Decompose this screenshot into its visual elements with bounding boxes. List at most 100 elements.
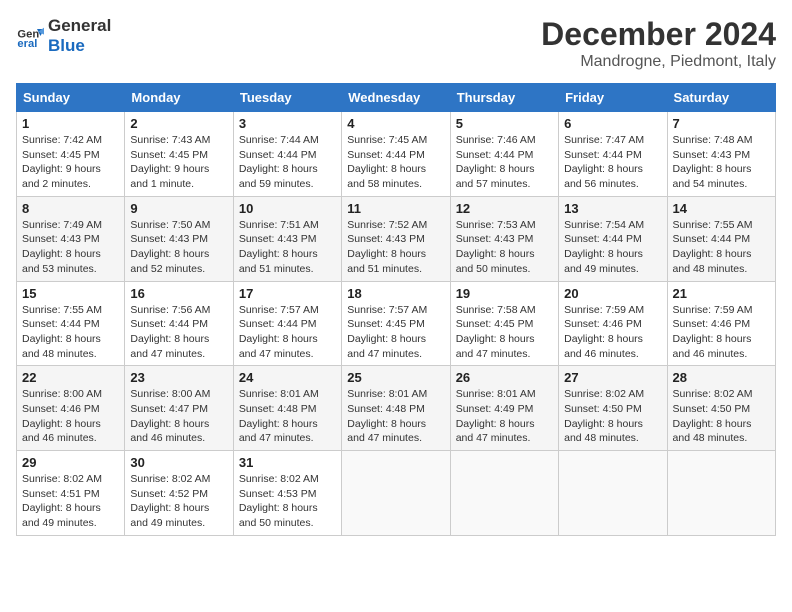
day-info: Sunrise: 7:49 AMSunset: 4:43 PMDaylight:… (22, 218, 119, 277)
calendar-cell: 30 Sunrise: 8:02 AMSunset: 4:52 PMDayligh… (125, 451, 233, 536)
day-info: Sunrise: 8:00 AMSunset: 4:47 PMDaylight:… (130, 387, 227, 446)
day-info: Sunrise: 7:51 AMSunset: 4:43 PMDaylight:… (239, 218, 336, 277)
day-number: 15 (22, 286, 119, 301)
day-info: Sunrise: 8:02 AMSunset: 4:52 PMDaylight:… (130, 472, 227, 531)
day-number: 27 (564, 370, 661, 385)
day-number: 23 (130, 370, 227, 385)
day-info: Sunrise: 8:01 AMSunset: 4:48 PMDaylight:… (239, 387, 336, 446)
day-number: 30 (130, 455, 227, 470)
calendar-cell: 21 Sunrise: 7:59 AMSunset: 4:46 PMDayligh… (667, 281, 775, 366)
day-info: Sunrise: 7:57 AMSunset: 4:45 PMDaylight:… (347, 303, 444, 362)
calendar-cell: 13 Sunrise: 7:54 AMSunset: 4:44 PMDayligh… (559, 196, 667, 281)
calendar-cell: 14Sunrise: 7:55 AMSunset: 4:44 PMDayligh… (667, 196, 775, 281)
calendar-table: SundayMondayTuesdayWednesdayThursdayFrid… (16, 83, 776, 536)
day-number: 28 (673, 370, 770, 385)
day-info: Sunrise: 7:55 AMSunset: 4:44 PMDaylight:… (673, 218, 770, 277)
calendar-title: December 2024 (541, 16, 776, 53)
day-info: Sunrise: 7:48 AMSunset: 4:43 PMDaylight:… (673, 133, 770, 192)
day-info: Sunrise: 7:54 AMSunset: 4:44 PMDaylight:… (564, 218, 661, 277)
day-number: 22 (22, 370, 119, 385)
calendar-cell: 27 Sunrise: 8:02 AMSunset: 4:50 PMDayligh… (559, 366, 667, 451)
day-info: Sunrise: 8:02 AMSunset: 4:53 PMDaylight:… (239, 472, 336, 531)
logo-icon: Gen eral (16, 22, 44, 50)
logo-line1: General (48, 16, 111, 36)
calendar-cell: 7 Sunrise: 7:48 AMSunset: 4:43 PMDaylight… (667, 112, 775, 197)
calendar-cell (450, 451, 558, 536)
calendar-cell: 31 Sunrise: 8:02 AMSunset: 4:53 PMDayligh… (233, 451, 341, 536)
day-info: Sunrise: 7:58 AMSunset: 4:45 PMDaylight:… (456, 303, 553, 362)
day-info: Sunrise: 7:46 AMSunset: 4:44 PMDaylight:… (456, 133, 553, 192)
calendar-cell: 4 Sunrise: 7:45 AMSunset: 4:44 PMDaylight… (342, 112, 450, 197)
day-number: 26 (456, 370, 553, 385)
calendar-cell: 28 Sunrise: 8:02 AMSunset: 4:50 PMDayligh… (667, 366, 775, 451)
calendar-cell: 6 Sunrise: 7:47 AMSunset: 4:44 PMDaylight… (559, 112, 667, 197)
calendar-cell: 8 Sunrise: 7:49 AMSunset: 4:43 PMDaylight… (17, 196, 125, 281)
day-info: Sunrise: 7:43 AMSunset: 4:45 PMDaylight:… (130, 133, 227, 192)
day-number: 31 (239, 455, 336, 470)
calendar-cell: 15Sunrise: 7:55 AMSunset: 4:44 PMDayligh… (17, 281, 125, 366)
day-number: 7 (673, 116, 770, 131)
day-number: 16 (130, 286, 227, 301)
day-number: 6 (564, 116, 661, 131)
day-info: Sunrise: 8:02 AMSunset: 4:51 PMDaylight:… (22, 472, 119, 531)
day-number: 29 (22, 455, 119, 470)
day-number: 25 (347, 370, 444, 385)
calendar-cell: 2 Sunrise: 7:43 AMSunset: 4:45 PMDaylight… (125, 112, 233, 197)
day-number: 13 (564, 201, 661, 216)
day-info: Sunrise: 7:50 AMSunset: 4:43 PMDaylight:… (130, 218, 227, 277)
col-header-friday: Friday (559, 84, 667, 112)
day-number: 17 (239, 286, 336, 301)
day-number: 12 (456, 201, 553, 216)
day-number: 4 (347, 116, 444, 131)
calendar-cell: 16 Sunrise: 7:56 AMSunset: 4:44 PMDayligh… (125, 281, 233, 366)
calendar-week-row: 8 Sunrise: 7:49 AMSunset: 4:43 PMDaylight… (17, 196, 776, 281)
day-info: Sunrise: 7:42 AMSunset: 4:45 PMDaylight:… (22, 133, 119, 192)
day-info: Sunrise: 8:00 AMSunset: 4:46 PMDaylight:… (22, 387, 119, 446)
calendar-week-row: 15Sunrise: 7:55 AMSunset: 4:44 PMDayligh… (17, 281, 776, 366)
day-info: Sunrise: 7:47 AMSunset: 4:44 PMDaylight:… (564, 133, 661, 192)
day-info: Sunrise: 7:57 AMSunset: 4:44 PMDaylight:… (239, 303, 336, 362)
day-number: 21 (673, 286, 770, 301)
calendar-cell: 3Sunrise: 7:44 AMSunset: 4:44 PMDaylight… (233, 112, 341, 197)
day-info: Sunrise: 8:01 AMSunset: 4:49 PMDaylight:… (456, 387, 553, 446)
calendar-cell: 20 Sunrise: 7:59 AMSunset: 4:46 PMDayligh… (559, 281, 667, 366)
title-area: December 2024 Mandrogne, Piedmont, Italy (541, 16, 776, 71)
day-number: 24 (239, 370, 336, 385)
day-info: Sunrise: 7:59 AMSunset: 4:46 PMDaylight:… (673, 303, 770, 362)
calendar-cell (342, 451, 450, 536)
calendar-week-row: 1Sunrise: 7:42 AMSunset: 4:45 PMDaylight… (17, 112, 776, 197)
day-number: 19 (456, 286, 553, 301)
day-info: Sunrise: 7:59 AMSunset: 4:46 PMDaylight:… (564, 303, 661, 362)
day-number: 20 (564, 286, 661, 301)
svg-text:eral: eral (17, 38, 37, 50)
calendar-cell: 19 Sunrise: 7:58 AMSunset: 4:45 PMDayligh… (450, 281, 558, 366)
calendar-header-row: SundayMondayTuesdayWednesdayThursdayFrid… (17, 84, 776, 112)
col-header-saturday: Saturday (667, 84, 775, 112)
calendar-cell: 25Sunrise: 8:01 AMSunset: 4:48 PMDayligh… (342, 366, 450, 451)
calendar-week-row: 29 Sunrise: 8:02 AMSunset: 4:51 PMDayligh… (17, 451, 776, 536)
day-info: Sunrise: 8:02 AMSunset: 4:50 PMDaylight:… (564, 387, 661, 446)
day-number: 8 (22, 201, 119, 216)
calendar-cell: 24 Sunrise: 8:01 AMSunset: 4:48 PMDayligh… (233, 366, 341, 451)
calendar-cell: 9Sunrise: 7:50 AMSunset: 4:43 PMDaylight… (125, 196, 233, 281)
day-number: 5 (456, 116, 553, 131)
calendar-cell: 5 Sunrise: 7:46 AMSunset: 4:44 PMDaylight… (450, 112, 558, 197)
day-info: Sunrise: 7:45 AMSunset: 4:44 PMDaylight:… (347, 133, 444, 192)
calendar-cell: 10Sunrise: 7:51 AMSunset: 4:43 PMDayligh… (233, 196, 341, 281)
calendar-cell (667, 451, 775, 536)
day-info: Sunrise: 7:56 AMSunset: 4:44 PMDaylight:… (130, 303, 227, 362)
day-info: Sunrise: 8:02 AMSunset: 4:50 PMDaylight:… (673, 387, 770, 446)
col-header-monday: Monday (125, 84, 233, 112)
calendar-week-row: 22 Sunrise: 8:00 AMSunset: 4:46 PMDayligh… (17, 366, 776, 451)
col-header-thursday: Thursday (450, 84, 558, 112)
col-header-sunday: Sunday (17, 84, 125, 112)
header: Gen eral General Blue December 2024 Mand… (16, 16, 776, 71)
col-header-wednesday: Wednesday (342, 84, 450, 112)
day-number: 11 (347, 201, 444, 216)
calendar-cell: 22 Sunrise: 8:00 AMSunset: 4:46 PMDayligh… (17, 366, 125, 451)
day-number: 18 (347, 286, 444, 301)
day-number: 2 (130, 116, 227, 131)
calendar-cell: 1Sunrise: 7:42 AMSunset: 4:45 PMDaylight… (17, 112, 125, 197)
logo: Gen eral General Blue (16, 16, 111, 55)
day-info: Sunrise: 7:52 AMSunset: 4:43 PMDaylight:… (347, 218, 444, 277)
